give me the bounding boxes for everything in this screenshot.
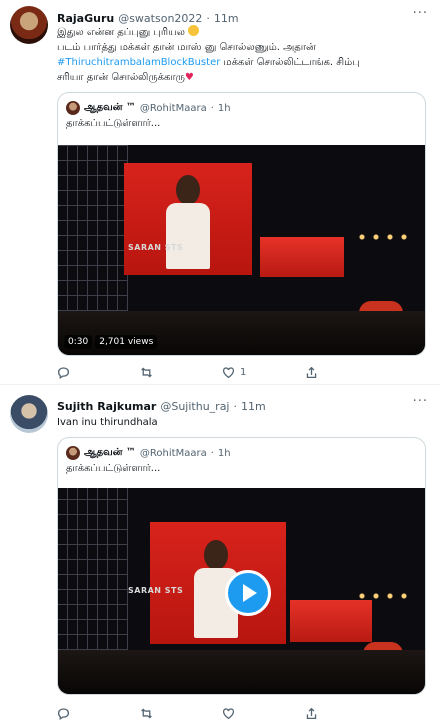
tweet[interactable]: Sujith Rajkumar @Sujithu_raj · 11m ··· I… [0, 385, 440, 720]
quoted-timestamp: 1h [217, 102, 231, 114]
reply-button[interactable] [57, 703, 140, 720]
separator-dot: · [210, 102, 214, 114]
quoted-tweet-header: ஆதவன் ™ @RohitMaara · 1h [66, 445, 231, 461]
share-icon [306, 366, 316, 378]
avatar[interactable] [10, 6, 48, 44]
tweet-text: Ivan inu thirundhala [57, 417, 158, 428]
video-info: 0:30 2,701 views [64, 335, 158, 349]
quoted-timestamp: 1h [217, 447, 231, 459]
timestamp[interactable]: 11m [214, 12, 239, 25]
crowd [58, 650, 425, 694]
share-button[interactable] [305, 362, 388, 382]
quoted-author-handle: @RohitMaara [139, 447, 207, 459]
separator-dot: · [233, 399, 238, 413]
video-player[interactable]: SARAN STS [58, 488, 425, 694]
retweet-button[interactable] [140, 703, 223, 720]
more-icon[interactable]: ··· [413, 6, 428, 21]
quoted-tweet-text: தாக்கப்பட்டுள்ளார்... [66, 463, 161, 474]
tweet-header: Sujith Rajkumar @Sujithu_raj · 11m [57, 397, 410, 415]
author-handle[interactable]: @swatson2022 [118, 12, 202, 25]
separator-dot: · [210, 447, 214, 459]
video-player[interactable]: SARAN STS 0:30 2,701 views [58, 145, 425, 355]
quoted-author-handle: @RohitMaara [139, 102, 207, 114]
retweet-button[interactable] [140, 362, 223, 382]
quoted-author-name: ஆதவன் ™ [84, 102, 136, 113]
quoted-tweet-text: தாக்கப்பட்டுள்ளார்... [66, 118, 161, 129]
author-name[interactable]: Sujith Rajkumar [57, 400, 156, 413]
avatar[interactable] [10, 395, 48, 433]
stage-lights [355, 592, 415, 600]
performer [166, 203, 210, 269]
quoted-tweet-header: ஆதவன் ™ @RohitMaara · 1h [66, 100, 231, 116]
video-views: 2,701 views [95, 335, 158, 349]
quoted-avatar [66, 446, 80, 460]
like-button[interactable]: 1 [222, 362, 305, 382]
retweet-icon [140, 367, 152, 377]
reply-icon [57, 707, 70, 720]
like-icon [222, 707, 235, 719]
video-watermark: SARAN STS [128, 586, 184, 595]
retweet-icon [140, 708, 152, 718]
more-icon[interactable]: ··· [413, 394, 428, 409]
tweet-text: இதுல என்ன தப்புனு புரியல படம் பார்த்து ம… [57, 25, 429, 85]
reply-button[interactable] [57, 362, 140, 382]
like-count: 1 [240, 366, 247, 378]
thinking-emoji-icon [188, 25, 200, 36]
share-button[interactable] [305, 703, 388, 720]
tweet-text-line: மக்கள் சொல்லிட்டாங்க. சிம்பு [220, 57, 360, 68]
tweet-actions: 1 [57, 362, 387, 382]
tweet[interactable]: RajaGuru @swatson2022 · 11m ··· இதுல என்… [0, 0, 440, 384]
performer-head [176, 175, 200, 205]
share-icon [306, 707, 316, 719]
hashtag-link[interactable]: #ThiruchitrambalamBlockBuster [57, 57, 220, 68]
tweet-text-line: இதுல என்ன தப்புனு புரியல [57, 27, 185, 38]
play-button[interactable] [225, 570, 271, 616]
author-handle[interactable]: @Sujithu_raj [160, 400, 229, 413]
heart-emoji-icon: ♥ [184, 72, 194, 83]
play-icon [243, 584, 257, 602]
quoted-author-name: ஆதவன் ™ [84, 447, 136, 458]
author-name[interactable]: RajaGuru [57, 12, 114, 25]
tweet-text-line: படம் பார்த்து மக்கள் தான் மாஸ் னு சொல்லண… [57, 42, 316, 53]
performer-head [204, 540, 228, 570]
video-duration: 0:30 [64, 335, 93, 349]
timestamp[interactable]: 11m [241, 400, 266, 413]
like-icon [222, 366, 235, 378]
quoted-tweet[interactable]: ஆதவன் ™ @RohitMaara · 1h தாக்கப்பட்டுள்ள… [57, 92, 426, 356]
tweet-text-line: சரியா தான் சொல்லிருக்காரு [57, 72, 185, 83]
side-screen [290, 600, 372, 642]
quoted-tweet[interactable]: ஆதவன் ™ @RohitMaara · 1h தாக்கப்பட்டுள்ள… [57, 437, 426, 695]
quoted-avatar [66, 101, 80, 115]
separator-dot: · [206, 11, 210, 25]
video-watermark: SARAN STS [128, 243, 184, 252]
tweet-actions [57, 703, 387, 720]
stage-lights [355, 233, 415, 241]
side-screen [260, 237, 344, 277]
like-button[interactable] [222, 703, 305, 720]
reply-icon [57, 366, 70, 379]
